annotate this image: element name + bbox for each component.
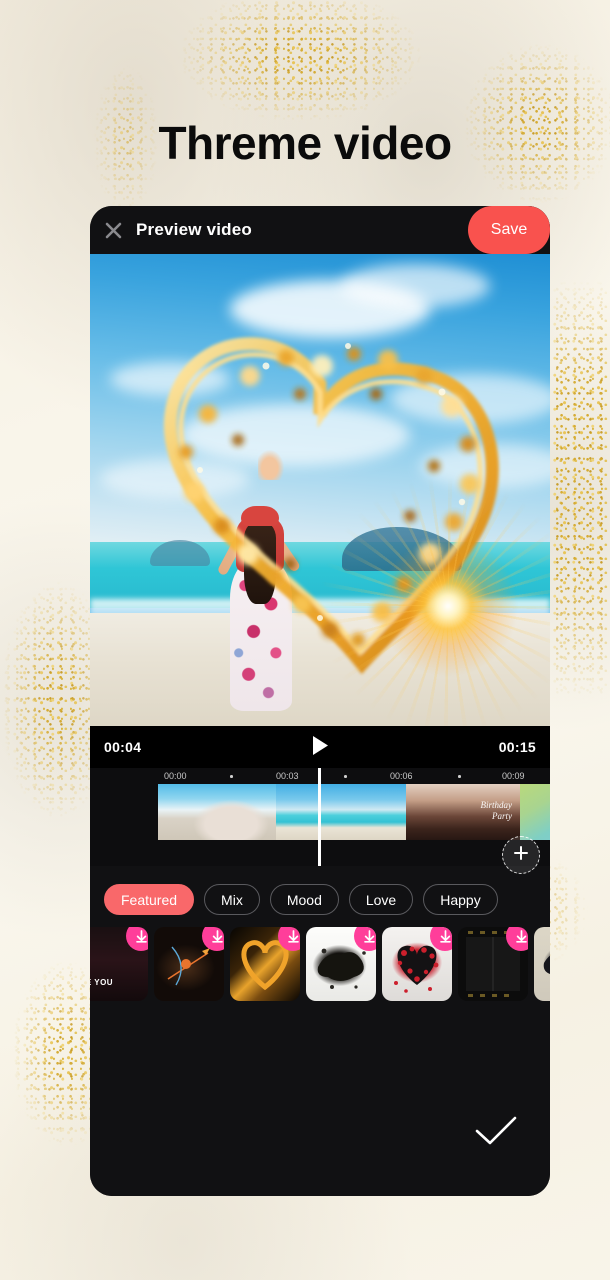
theme-item-cupid[interactable] bbox=[154, 927, 224, 1001]
phone-screenshot-panel: Preview video Save 00:04 00:15 00:00 00:… bbox=[90, 206, 550, 1196]
timeline-ruler: 00:00 00:03 00:06 00:09 bbox=[158, 768, 550, 784]
footer-area bbox=[90, 1006, 550, 1196]
tab-love[interactable]: Love bbox=[348, 884, 414, 915]
download-icon bbox=[514, 929, 529, 944]
cloud bbox=[390, 374, 550, 424]
page-title: Threme video bbox=[158, 117, 452, 169]
plus-icon bbox=[513, 845, 529, 865]
theme-item-love-you[interactable]: VE YOU bbox=[90, 927, 148, 1001]
theme-item-golden-heart[interactable] bbox=[230, 927, 300, 1001]
confirm-button[interactable] bbox=[470, 1110, 522, 1154]
timeline-clip[interactable] bbox=[276, 784, 406, 840]
woman-figure bbox=[208, 506, 316, 711]
timeline[interactable]: 00:00 00:03 00:06 00:09 Birthday Party bbox=[90, 768, 550, 874]
theme-item-ink-splash[interactable] bbox=[306, 927, 376, 1001]
app-bar-title: Preview video bbox=[136, 220, 252, 239]
download-button[interactable] bbox=[126, 927, 148, 951]
close-button[interactable] bbox=[90, 206, 136, 254]
current-time: 00:04 bbox=[104, 739, 142, 755]
ruler-mark: 00:03 bbox=[276, 771, 299, 781]
playhead[interactable] bbox=[318, 768, 321, 866]
lens-flare bbox=[373, 531, 523, 681]
download-icon bbox=[438, 929, 453, 944]
ruler-tick bbox=[230, 775, 233, 778]
tab-mix[interactable]: Mix bbox=[204, 884, 260, 915]
tab-featured[interactable]: Featured bbox=[104, 884, 195, 915]
ink-splatter-artwork bbox=[543, 955, 550, 974]
video-preview[interactable] bbox=[90, 254, 550, 726]
save-button[interactable]: Save bbox=[468, 206, 550, 254]
theme-item-film-strip[interactable] bbox=[458, 927, 528, 1001]
play-icon bbox=[311, 735, 330, 759]
theme-item-red-petal-heart[interactable] bbox=[382, 927, 452, 1001]
transport-bar: 00:04 00:15 bbox=[90, 726, 550, 768]
timeline-clips[interactable]: Birthday Party bbox=[158, 784, 550, 840]
ruler-tick bbox=[344, 775, 347, 778]
clip-caption: Birthday Party bbox=[480, 800, 513, 822]
theme-caption: VE YOU bbox=[90, 978, 114, 987]
hat bbox=[241, 506, 279, 526]
ruler-mark: 00:09 bbox=[502, 771, 525, 781]
play-button[interactable] bbox=[305, 732, 335, 762]
theme-item-ink-splatter[interactable] bbox=[534, 927, 550, 1001]
raised-hand bbox=[258, 450, 284, 480]
category-tabs[interactable]: Featured Mix Mood Love Happy bbox=[90, 866, 550, 927]
download-icon bbox=[362, 929, 377, 944]
cloud bbox=[110, 362, 230, 396]
tab-mood[interactable]: Mood bbox=[269, 884, 339, 915]
timeline-clip[interactable] bbox=[520, 784, 550, 840]
theme-thumbnail-list[interactable]: VE YOU bbox=[90, 927, 550, 1007]
total-time: 00:15 bbox=[498, 739, 536, 755]
timeline-clip[interactable]: Birthday Party bbox=[406, 784, 520, 840]
download-icon bbox=[134, 929, 149, 944]
poster-stage: Threme video Preview video Save 00:04 00… bbox=[0, 0, 610, 1280]
ruler-mark: 00:06 bbox=[390, 771, 413, 781]
cloud bbox=[180, 404, 410, 466]
ruler-tick bbox=[458, 775, 461, 778]
download-icon bbox=[210, 929, 225, 944]
close-icon bbox=[104, 221, 123, 240]
app-bar: Preview video Save bbox=[90, 206, 550, 254]
hair bbox=[244, 520, 276, 604]
add-clip-button[interactable] bbox=[502, 836, 540, 874]
cloud bbox=[100, 459, 250, 499]
timeline-clip[interactable] bbox=[158, 784, 276, 840]
download-icon bbox=[286, 929, 301, 944]
ruler-mark: 00:00 bbox=[164, 771, 187, 781]
tab-happy[interactable]: Happy bbox=[423, 884, 498, 915]
check-icon bbox=[473, 1114, 519, 1151]
cloud bbox=[340, 264, 490, 308]
